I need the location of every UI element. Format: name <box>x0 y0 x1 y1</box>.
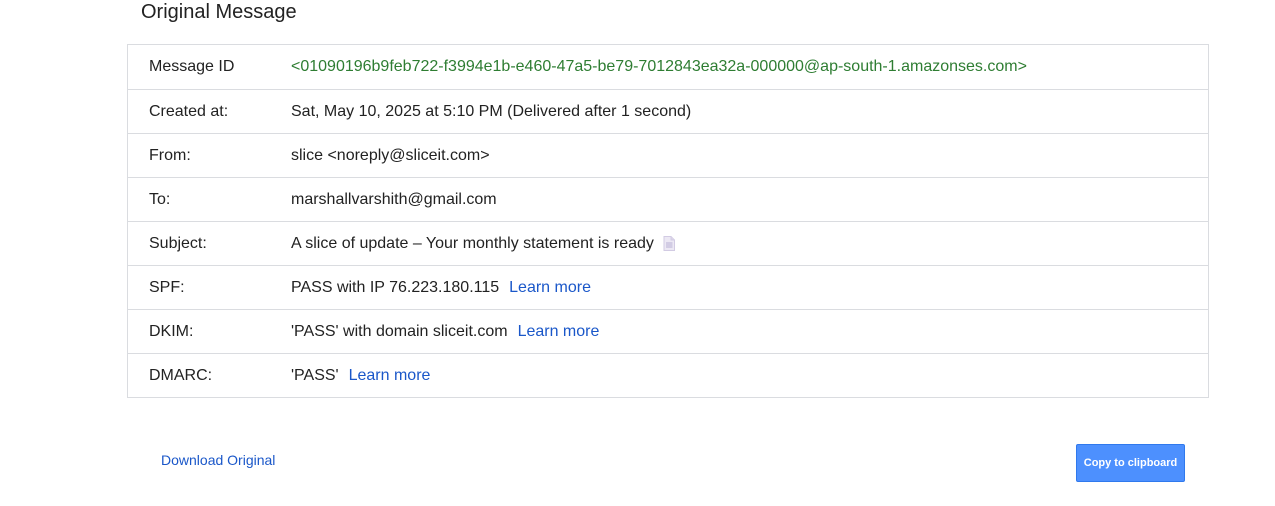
dmarc-value-wrap: 'PASS' Learn more <box>291 367 430 385</box>
subject-value-wrap: A slice of update – Your monthly stateme… <box>291 235 675 253</box>
spf-learn-more-link[interactable]: Learn more <box>509 279 591 297</box>
created-at-value: Sat, May 10, 2025 at 5:10 PM (Delivered … <box>291 102 692 120</box>
from-value: slice <noreply@sliceit.com> <box>291 146 490 164</box>
spf-value-wrap: PASS with IP 76.223.180.115 Learn more <box>291 279 591 297</box>
detail-label: From: <box>149 146 191 164</box>
message-id-value: <01090196b9feb722-f3994e1b-e460-47a5-be7… <box>291 58 1027 75</box>
download-original-link[interactable]: Download Original <box>161 452 275 468</box>
detail-row-spf: SPF: PASS with IP 76.223.180.115 Learn m… <box>128 265 1208 309</box>
detail-label: SPF: <box>149 278 185 296</box>
detail-row-dkim: DKIM: 'PASS' with domain sliceit.com Lea… <box>128 309 1208 353</box>
dkim-value: 'PASS' with domain sliceit.com <box>291 322 508 340</box>
message-details-table: Message ID <01090196b9feb722-f3994e1b-e4… <box>127 44 1209 398</box>
dkim-learn-more-link[interactable]: Learn more <box>518 323 600 341</box>
detail-label: DKIM: <box>149 322 194 340</box>
dmarc-learn-more-link[interactable]: Learn more <box>349 367 431 385</box>
detail-label: Message ID <box>149 58 235 75</box>
detail-row-created-at: Created at: Sat, May 10, 2025 at 5:10 PM… <box>128 89 1208 133</box>
dkim-value-wrap: 'PASS' with domain sliceit.com Learn mor… <box>291 323 599 341</box>
detail-row-subject: Subject: A slice of update – Your monthl… <box>128 221 1208 265</box>
copy-to-clipboard-button[interactable]: Copy to clipboard <box>1076 444 1185 482</box>
detail-label: Created at: <box>149 102 229 120</box>
spf-value: PASS with IP 76.223.180.115 <box>291 278 500 296</box>
detail-row-from: From: slice <noreply@sliceit.com> <box>128 133 1208 177</box>
original-message-page: Original Message Message ID <01090196b9f… <box>0 0 1275 506</box>
to-value: marshallvarshith@gmail.com <box>291 190 497 208</box>
dmarc-value: 'PASS' <box>291 366 339 384</box>
document-icon <box>663 236 675 251</box>
detail-label: To: <box>149 190 171 208</box>
detail-row-dmarc: DMARC: 'PASS' Learn more <box>128 353 1208 397</box>
page-title: Original Message <box>141 1 297 23</box>
subject-value: A slice of update – Your monthly stateme… <box>291 234 654 252</box>
detail-row-to: To: marshallvarshith@gmail.com <box>128 177 1208 221</box>
detail-label: DMARC: <box>149 366 213 384</box>
detail-row-message-id: Message ID <01090196b9feb722-f3994e1b-e4… <box>128 45 1208 89</box>
detail-label: Subject: <box>149 234 207 252</box>
